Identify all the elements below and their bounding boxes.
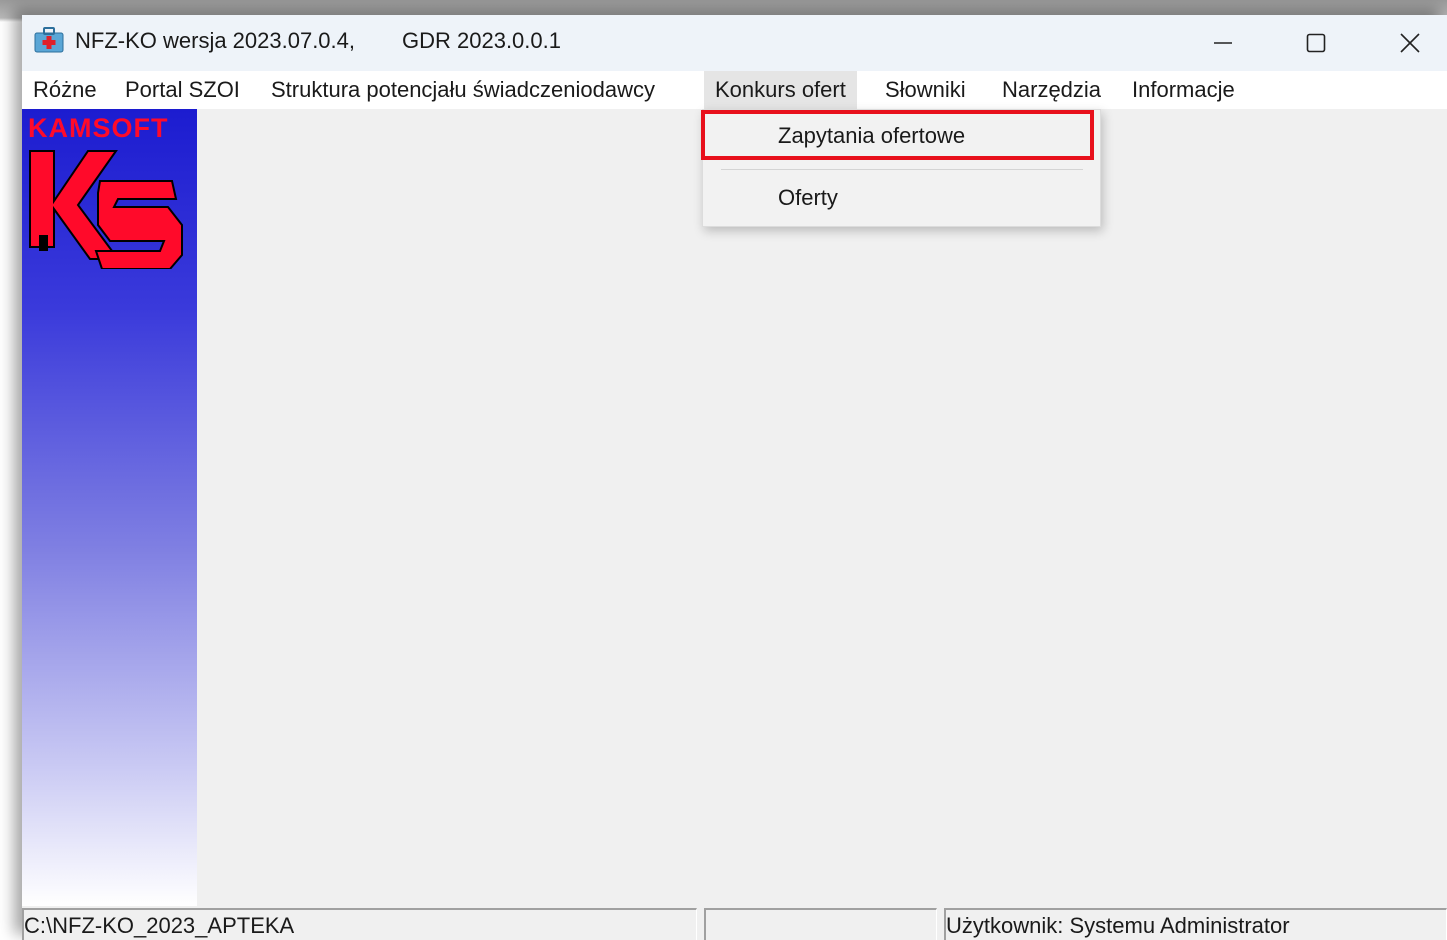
close-icon bbox=[1400, 33, 1420, 53]
maximize-icon bbox=[1306, 33, 1326, 53]
minimize-button[interactable] bbox=[1176, 15, 1270, 71]
menu-portal-szoi[interactable]: Portal SZOI bbox=[114, 71, 251, 109]
status-user-label: Użytkownik: bbox=[946, 913, 1064, 938]
menu-slowniki[interactable]: Słowniki bbox=[874, 71, 977, 109]
menu-konkurs-ofert[interactable]: Konkurs ofert bbox=[704, 71, 857, 109]
menu-rozne[interactable]: Różne bbox=[22, 71, 108, 109]
brand-name: KAMSOFT bbox=[28, 113, 169, 143]
menu-struktura[interactable]: Struktura potencjału świadczeniodawcy bbox=[260, 71, 666, 109]
medical-kit-icon bbox=[34, 27, 64, 53]
status-path: C:\NFZ-KO_2023_APTEKA bbox=[22, 908, 697, 940]
status-middle bbox=[704, 908, 937, 940]
status-bar: C:\NFZ-KO_2023_APTEKA Użytkownik: System… bbox=[22, 906, 1447, 940]
mdi-client-area: KAMSOFT bbox=[22, 109, 1447, 906]
menu-informacje[interactable]: Informacje bbox=[1121, 71, 1246, 109]
window-version: GDR 2023.0.0.1 bbox=[402, 28, 561, 53]
minimize-icon bbox=[1214, 42, 1232, 44]
status-user-name: Systemu Administrator bbox=[1069, 913, 1290, 938]
menu-bar: Różne Portal SZOI Struktura potencjału ś… bbox=[22, 71, 1447, 109]
highlight-box bbox=[701, 110, 1094, 160]
app-window: NFZ-KO wersja 2023.07.0.4, GDR 2023.0.0.… bbox=[22, 15, 1447, 940]
brand-sidebar: KAMSOFT bbox=[22, 109, 197, 906]
konkurs-ofert-dropdown: Zapytania ofertowe Oferty bbox=[701, 109, 1101, 227]
close-button[interactable] bbox=[1363, 15, 1447, 71]
window-title: NFZ-KO wersja 2023.07.0.4, bbox=[75, 28, 356, 53]
menu-separator bbox=[721, 169, 1083, 170]
ks-logo-icon bbox=[29, 150, 183, 269]
menu-narzedzia[interactable]: Narzędzia bbox=[991, 71, 1112, 109]
title-bar[interactable]: NFZ-KO wersja 2023.07.0.4, GDR 2023.0.0.… bbox=[22, 15, 1447, 71]
maximize-button[interactable] bbox=[1269, 15, 1363, 71]
status-user: Użytkownik: Systemu Administrator bbox=[944, 908, 1447, 940]
menu-item-oferty[interactable]: Oferty bbox=[703, 172, 1100, 224]
